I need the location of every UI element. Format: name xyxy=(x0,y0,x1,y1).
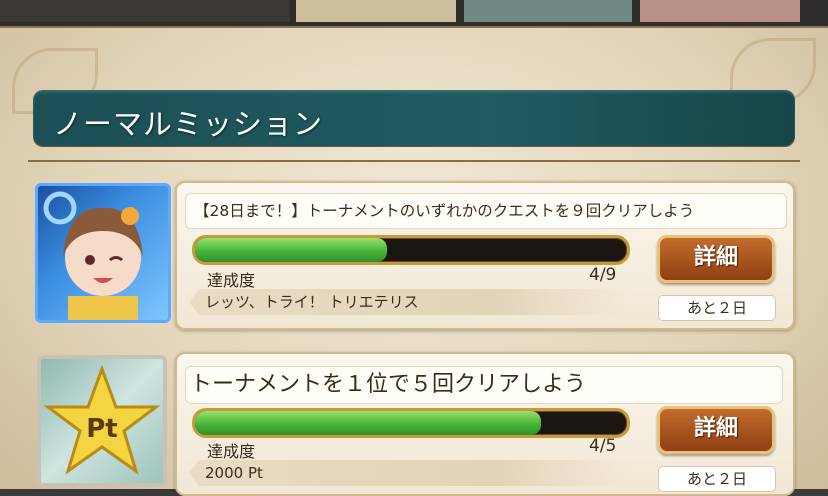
mission-description-text: トーナメントを１位で５回クリアしよう xyxy=(190,372,587,397)
pt-star-text: Pt xyxy=(86,414,117,444)
top-item-tile xyxy=(0,0,290,22)
progress-fill xyxy=(195,411,541,435)
progress-label: 達成度 xyxy=(207,442,256,461)
mission-card: 【28日まで！】トーナメントのいずれかのクエストを９回クリアしよう 達成度 4/… xyxy=(175,181,795,330)
mission-description: 【28日まで！】トーナメントのいずれかのクエストを９回クリアしよう xyxy=(185,193,787,229)
top-item-tile xyxy=(640,0,800,22)
progress-label: 達成度 xyxy=(207,271,256,290)
progress-bar xyxy=(192,408,630,438)
top-item-strip xyxy=(0,0,828,28)
divider xyxy=(28,160,800,162)
top-item-tile xyxy=(464,0,632,22)
remaining-time-badge: あと２日 xyxy=(658,295,776,321)
detail-button[interactable]: 詳細 xyxy=(657,406,775,454)
mission-description-text: 【28日まで！】トーナメントのいずれかのクエストを９回クリアしよう xyxy=(194,202,695,220)
section-title: ノーマルミッション xyxy=(53,107,324,141)
pt-star-icon: Pt xyxy=(37,355,167,487)
progress-bar xyxy=(192,235,630,265)
remaining-time-badge: あと２日 xyxy=(658,466,776,492)
reward-label: 2000 Pt xyxy=(189,460,627,486)
mission-description: トーナメントを１位で５回クリアしよう xyxy=(185,366,783,404)
reward-label: レッツ、トライ！ トリエテリス xyxy=(189,289,627,315)
progress-count: 4/5 xyxy=(589,436,617,456)
detail-button[interactable]: 詳細 xyxy=(657,235,775,283)
mission-card: トーナメントを１位で５回クリアしよう 達成度 4/5 2000 Pt 詳細 あと… xyxy=(175,352,795,496)
progress-fill xyxy=(195,238,387,262)
progress-count: 4/9 xyxy=(589,265,617,285)
section-header: ノーマルミッション xyxy=(33,90,795,146)
character-portrait-icon xyxy=(35,183,171,323)
top-item-tile xyxy=(296,0,456,22)
